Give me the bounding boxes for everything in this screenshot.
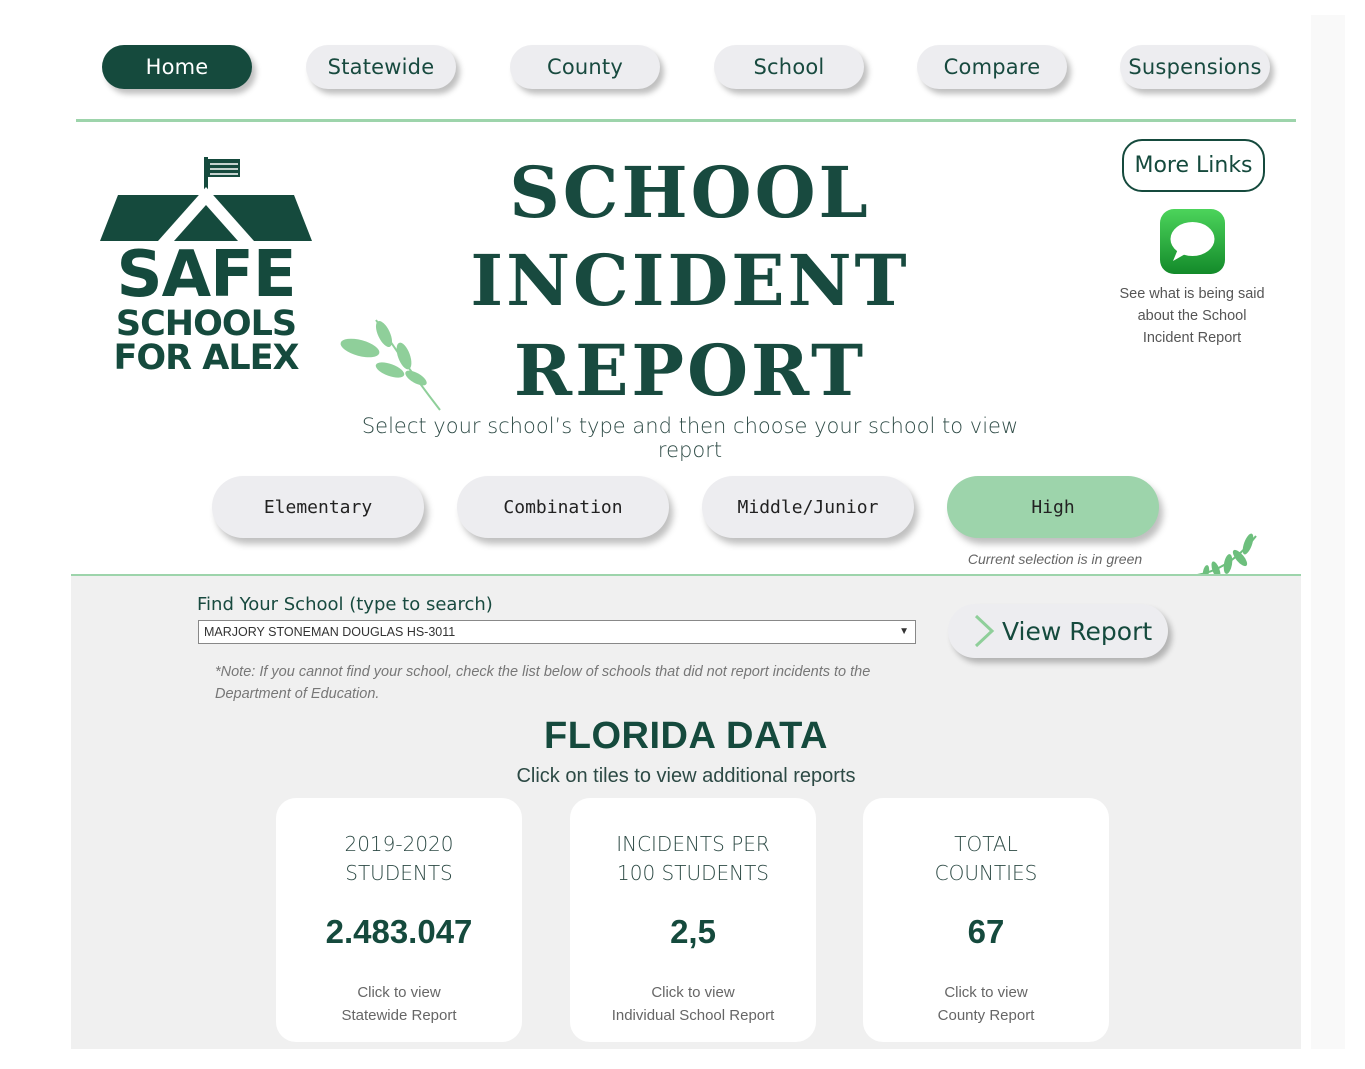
nav-county-button[interactable]: County (510, 45, 660, 89)
missing-school-note: *Note: If you cannot find your school, c… (215, 664, 871, 702)
page-title-line1: SCHOOL (509, 151, 871, 234)
find-school-label: Find Your School (type to search) (197, 594, 493, 615)
nav-home-button[interactable]: Home (102, 45, 252, 89)
tile-counties[interactable]: TOTAL COUNTIES 67 Click to view County Rep… (863, 798, 1109, 1042)
page-subtitle: Select your school’s type and then choos… (361, 414, 1019, 462)
tile-students-label: 2019-2020 STUDENTS (344, 832, 454, 885)
tile-incidents-value: 2,5 (670, 913, 716, 950)
school-search-dropdown[interactable]: MARJORY STONEMAN DOUGLAS HS-3011 ▼ (198, 620, 916, 644)
tile-incidents-link: Click to view Individual School Report (611, 984, 775, 1024)
florida-data-subtitle: Click on tiles to view additional report… (516, 765, 856, 787)
type-high-button[interactable]: High (947, 476, 1159, 538)
page-title-line2: INCIDENT (470, 239, 910, 322)
tile-counties-label: TOTAL COUNTIES (934, 832, 1038, 885)
chevron-right-icon (974, 614, 995, 648)
tile-counties-value: 67 (967, 913, 1005, 950)
nav-statewide-button[interactable]: Statewide (306, 45, 456, 89)
type-combination-button[interactable]: Combination (457, 476, 669, 538)
logo-schools-text: SCHOOLS (115, 304, 297, 344)
logo-for-alex-text: FOR ALEX (113, 338, 299, 378)
selection-note: Current selection is in green (967, 551, 1143, 567)
page-title-line3: REPORT (513, 329, 867, 412)
type-elementary-button[interactable]: Elementary (212, 476, 424, 538)
nav-suspensions-button[interactable]: Suspensions (1120, 45, 1270, 89)
right-scroll-strip (1311, 15, 1345, 1049)
tile-students-value: 2.483.047 (325, 913, 473, 950)
tile-incidents[interactable]: INCIDENTS PER 100 STUDENTS 2,5 Click to v… (570, 798, 816, 1042)
tile-counties-link: Click to view County Report (937, 984, 1035, 1024)
type-middle-junior-button[interactable]: Middle/Junior (702, 476, 914, 538)
message-bubble-icon[interactable] (1160, 209, 1225, 274)
tile-students[interactable]: 2019-2020 STUDENTS 2.483.047 Click to vie… (276, 798, 522, 1042)
view-report-label: View Report (1002, 616, 1153, 646)
nav-school-button[interactable]: School (714, 45, 864, 89)
florida-data-title: FLORIDA DATA (544, 715, 828, 757)
tile-students-link: Click to view Statewide Report (341, 984, 457, 1024)
leaf-branch-icon (340, 319, 441, 411)
nav-divider (76, 119, 1296, 122)
nav-compare-button[interactable]: Compare (917, 45, 1067, 89)
chevron-down-icon[interactable]: ▼ (899, 621, 909, 643)
school-search-value: MARJORY STONEMAN DOUGLAS HS-3011 (204, 625, 456, 639)
left-margin (0, 0, 46, 1069)
logo-safe-text: SAFE (116, 238, 296, 312)
more-links-caption: See what is being said about the School … (1119, 286, 1265, 346)
safe-schools-logo: SAFE SCHOOLS FOR ALEX (98, 155, 314, 380)
view-report-button[interactable]: View Report (948, 604, 1168, 658)
tile-incidents-label: INCIDENTS PER 100 STUDENTS (616, 832, 770, 885)
more-links-button[interactable]: More Links (1122, 139, 1265, 192)
